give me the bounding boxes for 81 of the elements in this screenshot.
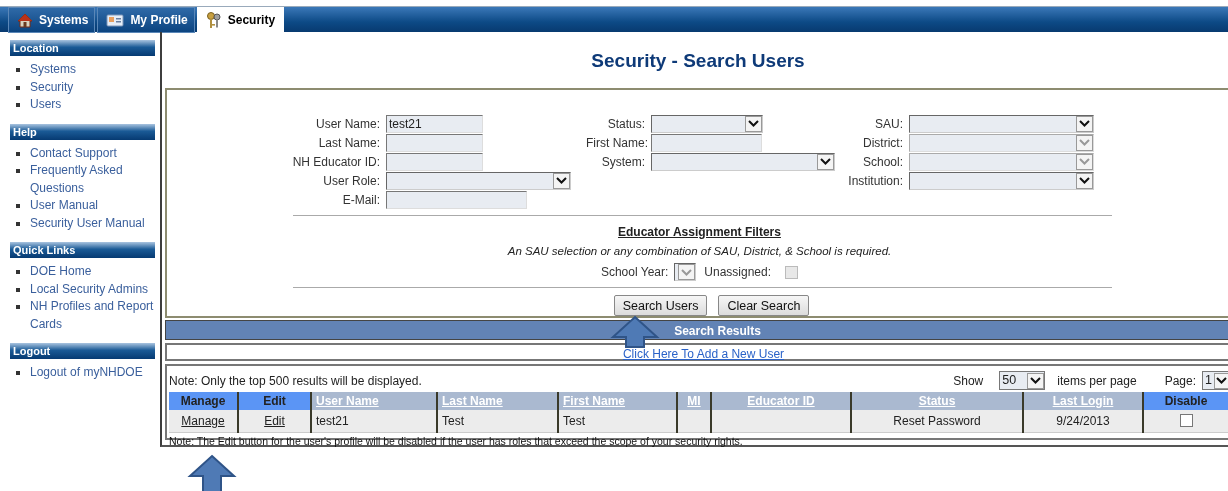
column-header: Disable <box>1143 392 1228 410</box>
arrow-annotation <box>187 454 237 491</box>
page-size-dropdown[interactable]: 50 <box>999 371 1046 390</box>
text-field[interactable] <box>386 133 483 152</box>
nav-tab[interactable]: Security <box>196 7 285 33</box>
button[interactable]: Clear Search <box>718 295 810 317</box>
bullet-icon <box>16 151 20 156</box>
bullet-icon <box>16 305 20 309</box>
button[interactable]: Search Users <box>613 295 708 317</box>
table-cell: Test <box>558 410 677 433</box>
edit-link[interactable]: Edit <box>264 414 285 428</box>
column-header: Manage <box>169 392 238 410</box>
dropdown-field[interactable] <box>651 114 763 133</box>
sidebar-link[interactable]: DOE Home <box>30 263 92 281</box>
field-label: School: <box>861 153 904 171</box>
table-cell: Reset Password <box>851 410 1023 433</box>
dropdown-field[interactable] <box>386 171 571 190</box>
sidebar-link[interactable]: Systems <box>30 61 76 79</box>
disable-checkbox[interactable] <box>1179 414 1193 427</box>
sidebar-link[interactable]: Contact Support <box>30 144 117 162</box>
arrow-annotation <box>610 315 660 349</box>
show-label: Show <box>953 372 984 390</box>
page-dropdown[interactable]: 1 <box>1202 371 1228 390</box>
text-field[interactable]: test21 <box>386 114 483 133</box>
bullet-icon <box>16 221 20 226</box>
field-label: Status: <box>606 115 646 133</box>
text-field[interactable] <box>651 133 762 152</box>
keys-icon <box>205 11 222 29</box>
dropdown-field[interactable] <box>909 114 1094 133</box>
text-field[interactable] <box>386 190 527 209</box>
add-user-link[interactable]: Click Here To Add a New User <box>622 347 785 361</box>
sidebar-link[interactable]: Frequently Asked Questions <box>30 162 155 197</box>
sidebar-heading: Logout <box>10 343 155 359</box>
sidebar-link[interactable]: Security <box>30 78 74 96</box>
field-label: System: <box>600 153 646 171</box>
section-title: Educator Assignment Filters <box>618 225 781 239</box>
field-label: First Name: <box>586 134 649 152</box>
id-card-icon <box>106 13 125 27</box>
text-field[interactable] <box>386 152 483 171</box>
bullet-icon <box>16 85 20 90</box>
sidebar-heading: Location <box>10 40 155 56</box>
dropdown-field[interactable] <box>909 171 1094 190</box>
sidebar-link[interactable]: Local Security Admins <box>30 280 149 298</box>
field-label: Last Name: <box>317 134 381 152</box>
field-label: School Year: <box>600 264 670 282</box>
table-cell: 9/24/2013 <box>1023 410 1143 433</box>
dropdown-field[interactable] <box>651 152 835 171</box>
field-label: User Name: <box>315 115 381 133</box>
page-title: Security - Search Users <box>591 48 805 73</box>
house-icon <box>17 12 33 28</box>
table-cell: Test <box>437 410 558 433</box>
sidebar-link[interactable]: NH Profiles and Report Cards <box>30 298 155 333</box>
nav-tab[interactable]: My Profile <box>97 7 195 33</box>
bullet-icon <box>16 270 20 274</box>
items-per-page-label: items per page <box>1057 372 1137 390</box>
sidebar-heading: Help <box>10 123 155 140</box>
instruction-text: An SAU selection or any combination of SAU, District, & School is required. <box>507 245 892 257</box>
sidebar-link[interactable]: Logout of myNHDOE <box>30 364 143 382</box>
field-label: NH Educator ID: <box>291 153 381 171</box>
results-note: Note: Only the top 500 results will be displayed. <box>169 373 422 390</box>
column-header: Edit <box>238 392 311 410</box>
field-label: District: <box>862 134 904 152</box>
field-label: User Role: <box>322 172 381 190</box>
results-header: Search Results <box>165 320 1228 340</box>
bullet-icon <box>16 68 20 72</box>
bullet-icon <box>16 371 20 375</box>
sidebar-link[interactable]: User Manual <box>30 197 99 215</box>
nav-tab[interactable]: Systems <box>8 7 96 33</box>
field-label: Institution: <box>847 172 904 190</box>
bullet-icon <box>16 169 20 173</box>
bullet-icon <box>16 204 20 208</box>
sidebar-heading: Quick Links <box>10 242 155 258</box>
table-cell: test21 <box>311 410 437 433</box>
bullet-icon <box>16 287 20 292</box>
field-label: Unassigned: <box>704 264 773 282</box>
page-label: Page: <box>1164 372 1196 390</box>
field-label: E-Mail: <box>341 191 381 209</box>
sidebar-link[interactable]: Users <box>30 96 62 114</box>
bullet-icon <box>16 103 20 107</box>
sidebar-link[interactable]: Security User Manual <box>30 214 145 232</box>
field-label: SAU: <box>874 115 904 133</box>
